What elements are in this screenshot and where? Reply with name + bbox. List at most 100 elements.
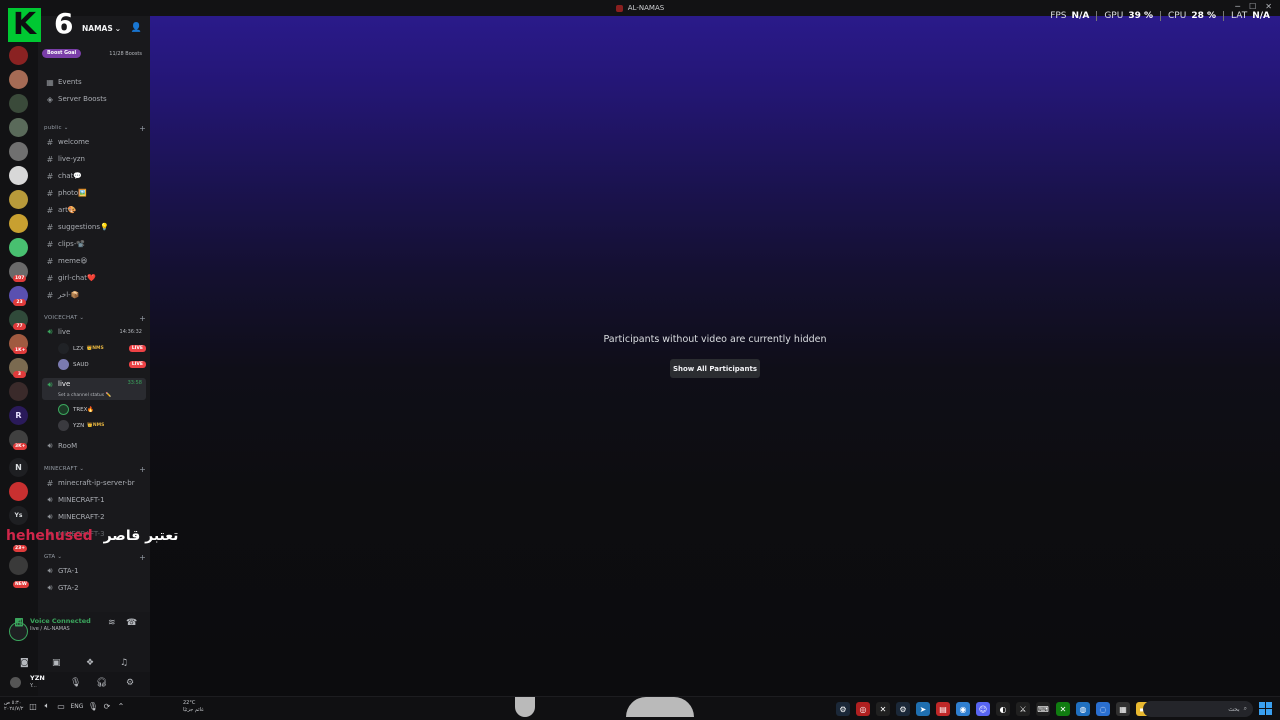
clock[interactable]: ٥:٣٠ ص ٢٠٢٤/٧/٢ (4, 700, 23, 712)
camera-icon[interactable]: ◙ (20, 658, 29, 668)
category-gta[interactable]: GTA ⌄ + (44, 552, 146, 562)
avatar[interactable] (10, 677, 21, 688)
chrome-icon[interactable]: ◍ (1076, 702, 1090, 716)
app-icon[interactable]: ⚔ (1016, 702, 1030, 716)
screen-share-icon[interactable]: ▣ (52, 658, 61, 668)
clock-date: ٢٠٢٤/٧/٢ (4, 706, 24, 712)
add-channel-icon[interactable]: + (139, 124, 146, 133)
edge-icon[interactable]: ◌ (1096, 702, 1110, 716)
events-link[interactable]: ▦ Events (42, 75, 146, 89)
server-icon[interactable] (9, 214, 28, 233)
server-icon[interactable] (9, 190, 28, 209)
user-name[interactable]: YZN (30, 674, 45, 682)
voice-channel-gta-2[interactable]: 🔊︎ GTA-2 (42, 581, 146, 595)
channel-clips[interactable]: # clips-📽️ (42, 237, 146, 251)
language-indicator[interactable]: ENG (70, 703, 83, 710)
server-icon[interactable] (9, 94, 28, 113)
show-all-participants-button[interactable]: Show All Participants (670, 359, 760, 378)
channel-other[interactable]: # اخر-📦 (42, 288, 146, 302)
start-button[interactable] (1259, 702, 1272, 715)
voice-user[interactable]: TREX🔥 (58, 403, 146, 416)
server-icon[interactable] (9, 556, 28, 575)
search-box[interactable]: بحث ⌕ (1143, 701, 1253, 717)
voice-channel-minecraft-2[interactable]: 🔊︎ MINECRAFT-2 (42, 510, 146, 524)
channel-girl-chat[interactable]: # girl-chat❤️ (42, 271, 146, 285)
server-icon[interactable] (9, 118, 28, 137)
window-title: AL-NAMAS (627, 4, 665, 12)
xbox-icon[interactable]: ✕ (1056, 702, 1070, 716)
voice-status[interactable]: Voice Connected (30, 617, 91, 625)
channel-chat[interactable]: # chat💬 (42, 169, 146, 183)
close-icon[interactable]: ✕ (1265, 2, 1272, 11)
app-icon[interactable]: ⌨ (1036, 702, 1050, 716)
voice-channel-room[interactable]: 🔊︎ RooM (42, 439, 146, 453)
store-icon[interactable]: ▦ (1116, 702, 1130, 716)
server-boosts-link[interactable]: ◈ Server Boosts (42, 92, 146, 106)
channel-suggestions[interactable]: # suggestions💡 (42, 220, 146, 234)
network-icon[interactable]: ▭ (56, 702, 65, 711)
server-icon[interactable] (9, 142, 28, 161)
chevron-up-icon[interactable]: ⌃ (116, 702, 125, 711)
add-channel-icon[interactable]: + (139, 314, 146, 323)
server-icon[interactable] (9, 70, 28, 89)
boost-goal-bar[interactable]: Boost Goal 11/28 Boosts (42, 47, 146, 60)
app-icon[interactable]: ◎ (856, 702, 870, 716)
epic-icon[interactable]: ✕ (876, 702, 890, 716)
channel-label: art🎨 (58, 206, 77, 214)
voice-channel-live[interactable]: 🔊︎ live 14:36:32 (42, 325, 146, 339)
channel-minecraft-ip[interactable]: # minecraft-ip-server-br (42, 476, 146, 490)
voice-user[interactable]: LZX 👑NMS LIVE (58, 342, 146, 355)
voice-channel-path[interactable]: live / AL-NAMAS (30, 626, 70, 632)
avatar (58, 404, 69, 415)
server-icon[interactable] (9, 238, 28, 257)
hash-icon: # (46, 256, 54, 266)
category-public[interactable]: public ⌄ + (44, 123, 146, 133)
disconnect-icon[interactable]: ☎ (126, 618, 137, 628)
channel-live-yzn[interactable]: # live-yzn (42, 152, 146, 166)
add-channel-icon[interactable]: + (139, 465, 146, 474)
discord-icon[interactable]: ☺ (976, 702, 990, 716)
voice-user[interactable]: SAUD LIVE (58, 358, 146, 371)
category-voicechat[interactable]: VOICECHAT ⌄ + (44, 313, 146, 323)
noise-suppression-icon[interactable]: ≋ (108, 618, 116, 628)
voice-channel-gta-1[interactable]: 🔊︎ GTA-1 (42, 564, 146, 578)
steam-icon[interactable]: ⚙ (836, 702, 850, 716)
soundboard-icon[interactable]: ♫ (120, 658, 128, 668)
channel-meme[interactable]: # meme😆 (42, 254, 146, 268)
notification-icon[interactable]: ◫ (28, 702, 37, 711)
server-icon[interactable] (9, 382, 28, 401)
maximize-icon[interactable]: ☐ (1249, 2, 1256, 11)
minimize-icon[interactable]: ─ (1235, 2, 1240, 11)
app-icon[interactable]: ◐ (996, 702, 1010, 716)
headphones-icon[interactable]: 🎧︎ (96, 678, 107, 688)
app-icon[interactable]: ▤ (936, 702, 950, 716)
server-icon-ys[interactable]: Ys (9, 506, 28, 525)
server-icon[interactable] (9, 46, 28, 65)
add-channel-icon[interactable]: + (139, 553, 146, 562)
channel-label: welcome (58, 138, 90, 146)
gear-icon[interactable]: ⚙ (126, 678, 134, 688)
activities-icon[interactable]: ❖ (86, 658, 94, 668)
server-icon[interactable] (9, 166, 28, 185)
telegram-icon[interactable]: ➤ (916, 702, 930, 716)
steam-icon[interactable]: ⚙ (896, 702, 910, 716)
microphone-icon[interactable]: 🎙︎ (70, 678, 81, 688)
channel-photo[interactable]: # photo🖼️ (42, 186, 146, 200)
unread-badge: 107 (13, 275, 27, 282)
server-icon[interactable] (9, 482, 28, 501)
category-minecraft[interactable]: MINECRAFT ⌄ + (44, 464, 146, 474)
channel-welcome[interactable]: # welcome (42, 135, 146, 149)
voice-user[interactable]: YZN 👑NMS (58, 419, 146, 432)
sync-icon[interactable]: ⟳ (102, 702, 111, 711)
microphone-icon[interactable]: 🎙︎ (88, 702, 98, 711)
speaker-icon: 🔊︎ (47, 327, 53, 336)
weather-widget[interactable]: 22°C غائم جزئيًا (183, 700, 204, 714)
add-user-icon[interactable]: 👤 (131, 23, 142, 33)
server-icon-n[interactable]: N (9, 458, 28, 477)
channel-status[interactable]: Set a channel status ✏️ (58, 393, 111, 398)
app-icon[interactable]: ◉ (956, 702, 970, 716)
voice-channel-minecraft-1[interactable]: 🔊︎ MINECRAFT-1 (42, 493, 146, 507)
channel-art[interactable]: # art🎨 (42, 203, 146, 217)
server-icon-r[interactable]: R (9, 406, 28, 425)
volume-icon[interactable]: 🔈︎ (42, 701, 51, 711)
